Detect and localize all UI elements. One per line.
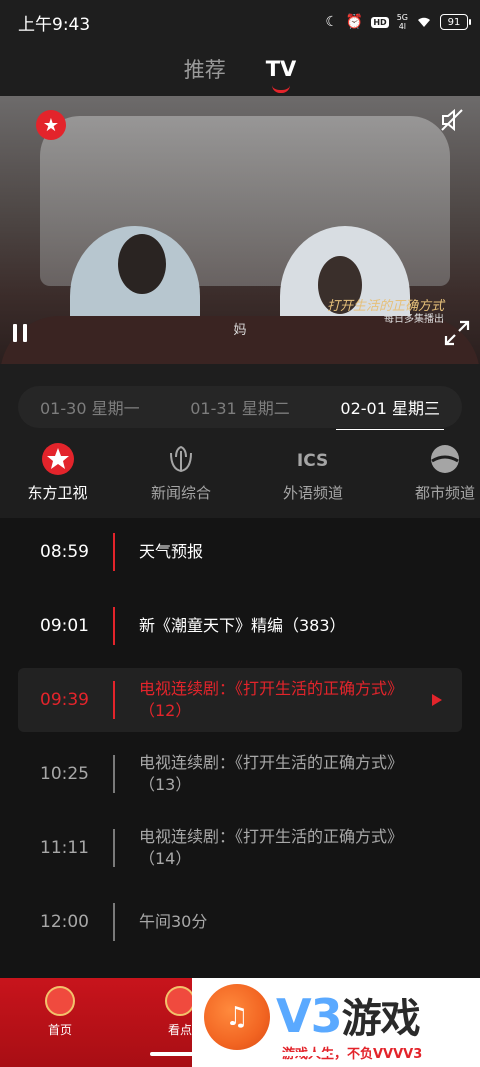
status-icons: ☾ ⏰ HD 5G 4l 91 [325, 13, 471, 31]
program-divider [113, 533, 115, 571]
city-channel-icon [428, 442, 462, 476]
date-tabs: 01-30 星期一 01-31 星期二 02-01 星期三 [18, 386, 462, 430]
nav-home[interactable]: 首页 [30, 986, 90, 1038]
news-channel-icon [164, 442, 198, 476]
svg-text:ICS: ICS [297, 451, 328, 471]
program-divider [113, 681, 115, 719]
battery-icon: 91 [440, 14, 471, 30]
program-title: 天气预报 [139, 542, 204, 561]
nav-label: 首页 [47, 1023, 72, 1037]
channel-label: 都市频道 [414, 484, 475, 502]
tab-tv-label: TV [265, 57, 297, 81]
date-tab-0201[interactable]: 02-01 星期三 [336, 395, 444, 430]
program-row[interactable]: 10:25 电视连续剧：《打开生活的正确方式》（13） [18, 742, 462, 806]
gamepad-logo-icon: ♫ [204, 984, 270, 1050]
program-divider [113, 607, 115, 645]
fullscreen-icon[interactable] [442, 318, 472, 348]
wifi-icon [416, 16, 432, 28]
video-frame-head-left [118, 234, 166, 294]
mute-icon[interactable] [436, 104, 468, 136]
program-time: 08:59 [40, 542, 89, 562]
program-schedule: 08:59 天气预报 09:01 新《潮童天下》精编（383） 09:39 电视… [0, 518, 480, 998]
channel-news[interactable]: 新闻综合 [115, 442, 247, 504]
status-time: 上午9:43 [18, 14, 91, 35]
program-divider [113, 755, 115, 793]
tab-recommend[interactable]: 推荐 [184, 54, 226, 84]
program-time: 11:11 [40, 838, 89, 858]
channel-ics[interactable]: ICS 外语频道 [247, 442, 379, 504]
channel-city[interactable]: 都市频道 [379, 442, 480, 504]
moon-icon: ☾ [325, 14, 338, 30]
channel-label: 新闻综合 [150, 484, 211, 502]
top-tabs: 推荐 TV [0, 44, 480, 94]
video-subtitle: 妈 [233, 323, 247, 338]
date-tab-0131[interactable]: 01-31 星期二 [190, 395, 290, 419]
program-row[interactable]: 11:11 电视连续剧：《打开生活的正确方式》（14） [18, 816, 462, 880]
channel-list: 东方卫视 新闻综合 ICS 外语频道 都市频道 [0, 442, 480, 504]
hd-badge: HD [371, 16, 389, 28]
watermark-brand-latin: V3 [276, 989, 343, 1043]
show-watermark-title: 打开生活的正确方式 [326, 299, 444, 314]
signal-icon: 5G 4l [397, 13, 408, 31]
tab-tv[interactable]: TV [265, 57, 297, 93]
dragon-tv-icon [41, 442, 75, 476]
program-divider [113, 903, 115, 941]
home-indicator[interactable] [150, 1052, 330, 1056]
active-tab-indicator [271, 85, 290, 93]
program-time: 09:01 [40, 616, 89, 636]
lantern-highlights-icon [165, 986, 195, 1016]
program-time: 09:39 [40, 690, 89, 710]
lantern-home-icon [45, 986, 75, 1016]
channel-label: 外语频道 [282, 484, 343, 502]
channel-dragon-tv[interactable]: 东方卫视 [0, 442, 115, 504]
program-title: 电视连续剧：《打开生活的正确方式》（13） [139, 753, 404, 794]
program-title: 午间30分 [139, 912, 208, 931]
program-row[interactable]: 09:01 新《潮童天下》精编（383） [18, 594, 462, 658]
program-row-current[interactable]: 09:39 电视连续剧：《打开生活的正确方式》（12） [18, 668, 462, 732]
date-tab-0130[interactable]: 01-30 星期一 [40, 395, 140, 419]
ics-channel-icon: ICS [296, 442, 330, 476]
program-time: 10:25 [40, 764, 89, 784]
program-divider [113, 829, 115, 867]
program-time: 12:00 [40, 912, 89, 932]
program-title: 新《潮童天下》精编（383） [139, 616, 346, 635]
status-bar: 上午9:43 ☾ ⏰ HD 5G 4l 91 [0, 0, 480, 44]
watermark-brand: V3游戏 [276, 986, 421, 1044]
program-row[interactable]: 12:00 午间30分 [18, 890, 462, 954]
nav-label: 看点 [167, 1023, 192, 1037]
program-title: 电视连续剧：《打开生活的正确方式》（14） [139, 827, 404, 868]
program-row[interactable]: 08:59 天气预报 [18, 520, 462, 584]
alarm-icon: ⏰ [345, 14, 364, 30]
net-type: 5G [396, 13, 408, 22]
net-bars: 4l [398, 22, 406, 31]
channel-label: 东方卫视 [27, 484, 88, 502]
watermark-brand-cn: 游戏 [341, 996, 421, 1042]
channel-logo-icon: ★ [36, 110, 66, 140]
pause-icon[interactable] [10, 322, 30, 344]
program-title: 电视连续剧：《打开生活的正确方式》（12） [139, 679, 404, 720]
now-playing-icon [432, 694, 442, 706]
